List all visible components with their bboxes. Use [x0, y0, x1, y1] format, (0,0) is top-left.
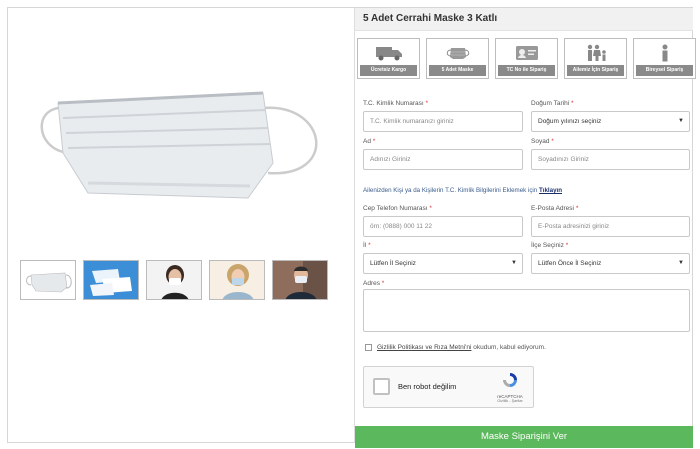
chevron-down-icon: ▼ [678, 118, 684, 124]
privacy-policy-link[interactable]: Gizlilik Politikası ve Rıza Metni'ni [377, 344, 471, 351]
feature-label: Bireysel Sipariş [636, 65, 693, 76]
recaptcha-icon [503, 373, 517, 387]
thumbnail-man[interactable] [272, 260, 328, 300]
consent-checkbox[interactable] [365, 344, 372, 351]
family-add-info: Ailenizden Kişi ya da Kişilerin T.C. Kim… [363, 187, 563, 194]
thumbnail-woman-dark[interactable] [146, 260, 202, 300]
feature-label: 5 Adet Maske [429, 65, 486, 76]
city-label: İl * [363, 242, 371, 249]
surname-input[interactable]: Soyadınızı Giriniz [531, 149, 690, 170]
person-icon [634, 43, 695, 63]
thumbnail-mask-pack[interactable] [83, 260, 139, 300]
thumbnail-strip [20, 260, 328, 300]
truck-icon [358, 43, 419, 63]
birth-label: Doğum Tarihi * [531, 100, 574, 107]
feature-individual-order: Bireysel Sipariş [633, 38, 696, 79]
feature-label: Ücretsiz Kargo [360, 65, 417, 76]
chevron-down-icon: ▼ [511, 260, 517, 266]
thumbnail-mask[interactable] [20, 260, 76, 300]
feature-label: Ailemiz İçin Sipariş [567, 65, 624, 76]
name-label: Ad * [363, 138, 376, 145]
feature-family-order: Ailemiz İçin Sipariş [564, 38, 627, 79]
address-textarea[interactable] [363, 289, 690, 332]
mask-icon [427, 43, 488, 63]
email-label: E-Posta Adresi * [531, 205, 579, 212]
recaptcha-checkbox[interactable] [373, 378, 390, 395]
surname-label: Soyad * [531, 138, 554, 145]
recaptcha-label: Ben robot değilim [398, 382, 457, 391]
family-add-link[interactable]: Tıklayın [539, 187, 562, 194]
birth-year-select[interactable]: Doğum yılınızı seçiniz ▼ [531, 111, 690, 132]
submit-order-button[interactable]: Maske Siparişini Ver [355, 426, 693, 448]
email-input[interactable]: E-Posta adresinizi giriniz [531, 216, 690, 237]
name-input[interactable]: Adınızı Giriniz [363, 149, 523, 170]
district-select[interactable]: Lütfen Önce İl Seçiniz ▼ [531, 253, 690, 274]
family-icon [565, 43, 626, 63]
address-label: Adres * [363, 280, 385, 287]
recaptcha-widget: Ben robot değilim reCAPTCHA Gizlilik - Ş… [363, 366, 534, 408]
product-title: 5 Adet Cerrahi Maske 3 Katlı [355, 8, 693, 31]
recaptcha-terms-link[interactable]: Gizlilik - Şartlar [495, 399, 525, 403]
order-panel: 5 Adet Cerrahi Maske 3 Katlı Ücretsiz Ka… [354, 8, 696, 448]
feature-label: TC No ile Sipariş [498, 65, 555, 76]
feature-free-shipping: Ücretsiz Kargo [357, 38, 420, 79]
chevron-down-icon: ▼ [678, 260, 684, 266]
tc-input[interactable]: T.C. Kimlik numaranızı giriniz [363, 111, 523, 132]
id-card-icon [496, 43, 557, 63]
thumbnail-woman-blonde[interactable] [209, 260, 265, 300]
phone-label: Cep Telefon Numarası * [363, 205, 432, 212]
product-main-image[interactable] [28, 48, 348, 238]
feature-five-masks: 5 Adet Maske [426, 38, 489, 79]
product-gallery [8, 8, 352, 442]
tc-label: T.C. Kimlik Numarası * [363, 100, 429, 107]
district-label: İlçe Seçiniz * [531, 242, 569, 249]
feature-tc-order: TC No ile Sipariş [495, 38, 558, 79]
recaptcha-logo: reCAPTCHA Gizlilik - Şartlar [495, 371, 525, 403]
city-select[interactable]: Lütfen İl Seçiniz ▼ [363, 253, 523, 274]
consent-row: Gizlilik Politikası ve Rıza Metni'ni oku… [365, 344, 546, 351]
feature-list: Ücretsiz Kargo 5 Adet Maske TC No ile Si… [357, 38, 696, 79]
phone-input[interactable]: örn: (0888) 000 11 22 [363, 216, 523, 237]
